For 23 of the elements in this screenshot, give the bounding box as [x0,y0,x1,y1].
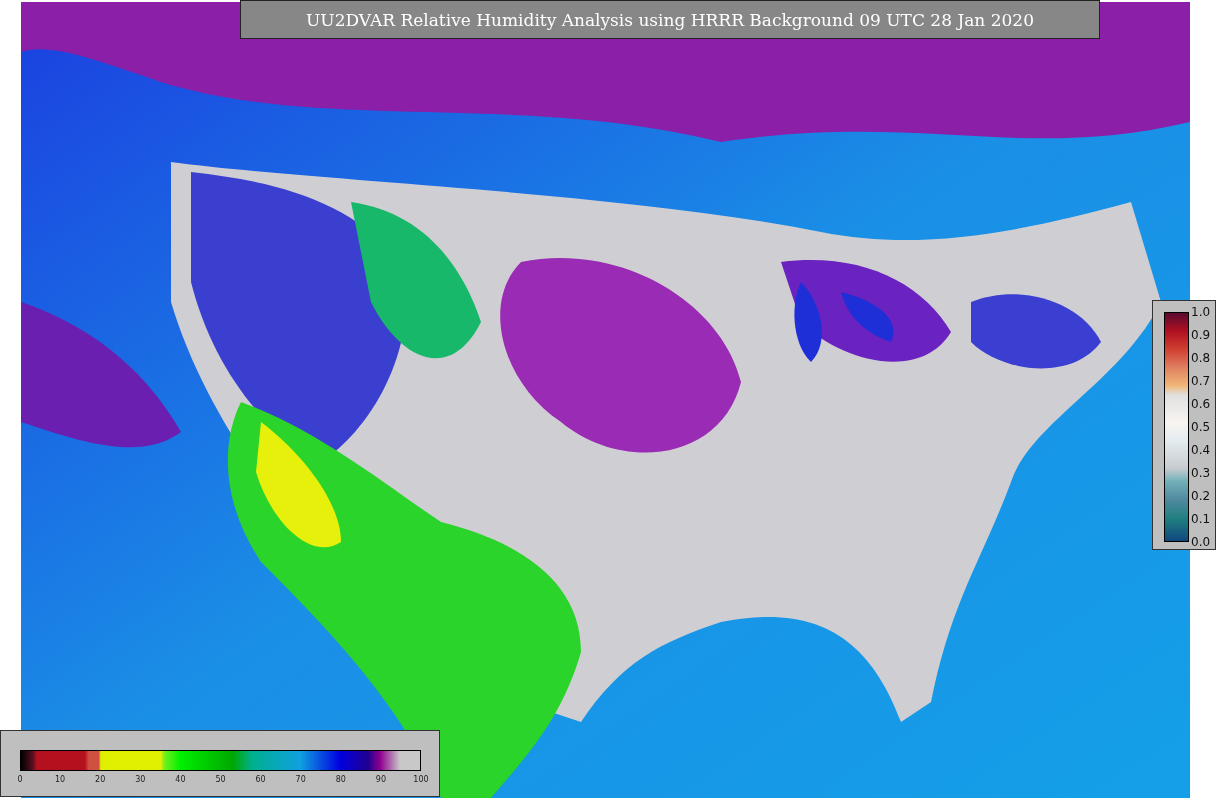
tick-label: 0.6 [1191,397,1211,411]
tick-label: 50 [215,775,226,785]
map-title: UU2DVAR Relative Humidity Analysis using HRRR Background 09 UTC 28 Jan 2020 [240,0,1100,39]
tick-label: 80 [335,775,346,785]
tick-label: 90 [375,775,386,785]
tick-label: 10 [55,775,66,785]
tick-label: 40 [175,775,186,785]
tick-label: 0.7 [1191,374,1211,388]
tick-label: 100 [413,775,429,785]
tick-label: 60 [255,775,266,785]
tick-label: 30 [135,775,146,785]
tick-label: 0.0 [1191,535,1211,549]
tick-label: 0.1 [1191,512,1211,526]
tick-label: 0.5 [1191,420,1211,434]
tick-label: 0.4 [1191,443,1211,457]
tick-label: 1.0 [1191,305,1211,319]
tick-label: 0.2 [1191,489,1211,503]
tick-label: 0.3 [1191,466,1211,480]
tick-label: 70 [295,775,306,785]
tick-label: 0.9 [1191,328,1211,342]
tick-label: 0 [17,775,23,785]
tick-label: 0.8 [1191,351,1211,365]
tick-label: 20 [95,775,106,785]
